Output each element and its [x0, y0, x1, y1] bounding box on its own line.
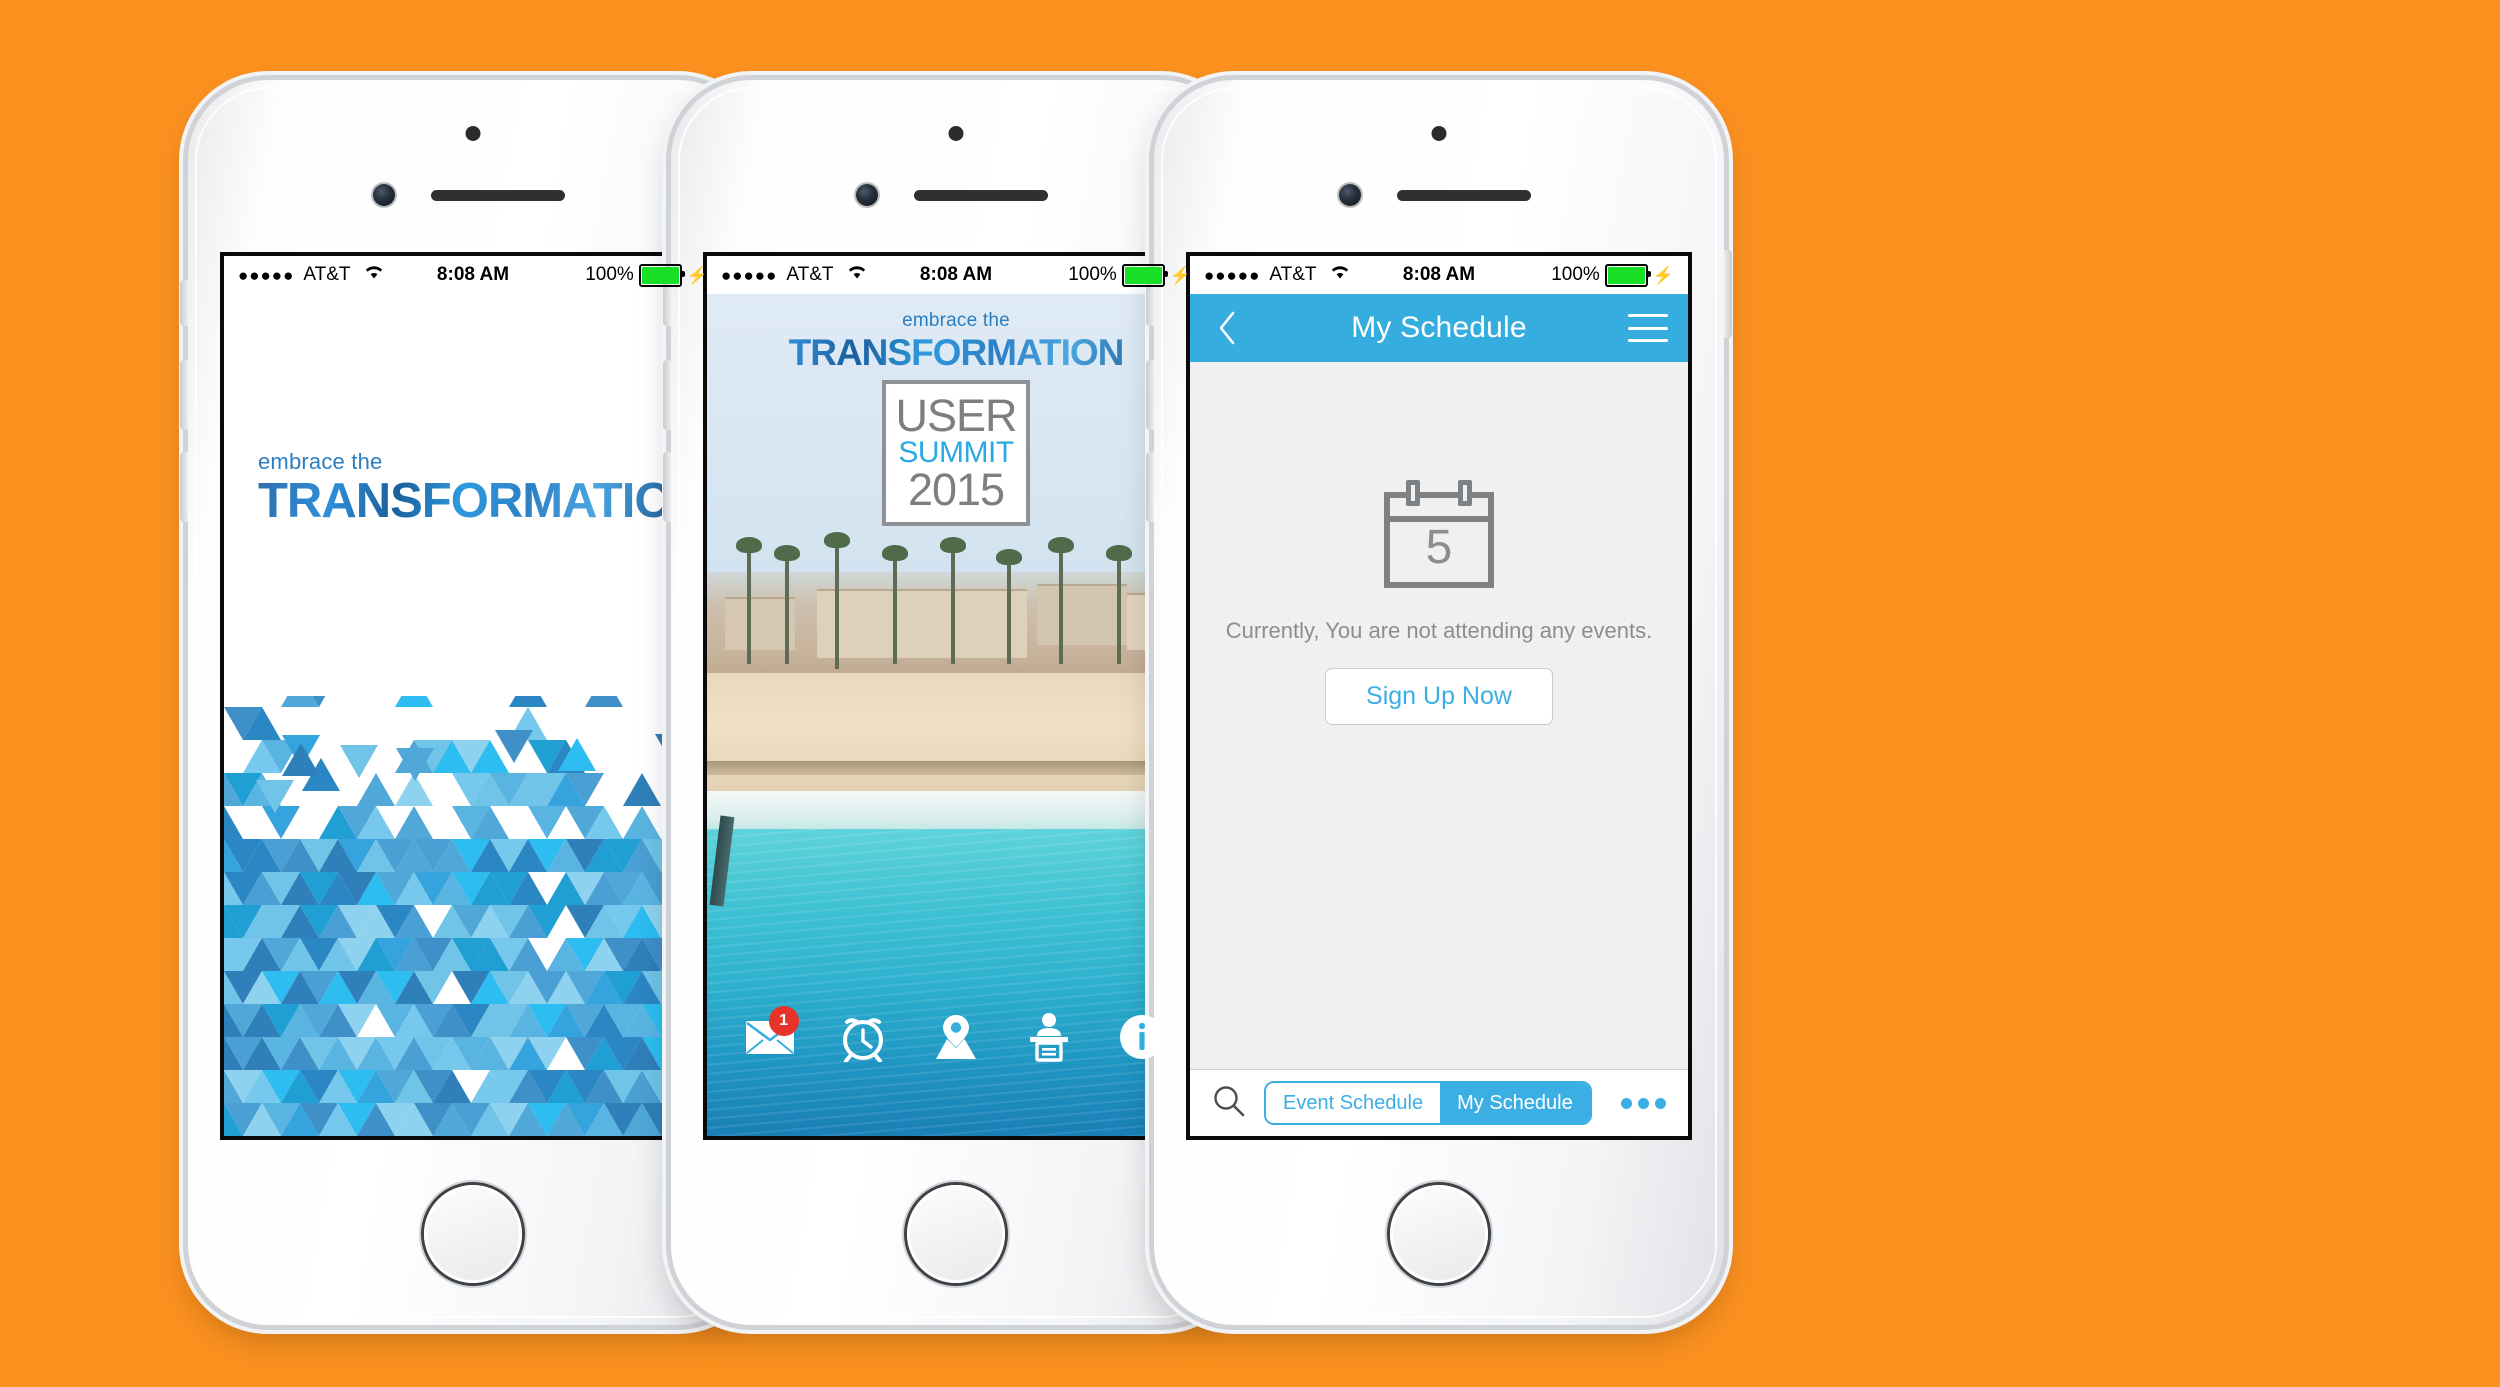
- status-bar: ●●●●● AT&T 8:08 AM 100% ⚡: [1190, 256, 1688, 294]
- logo-tagline: embrace the: [258, 449, 722, 475]
- summit-line-1: USER: [895, 394, 1016, 438]
- home-button[interactable]: [424, 1185, 522, 1283]
- calendar-icon: 5: [1384, 480, 1494, 588]
- earpiece-speaker: [431, 190, 565, 201]
- logo-wordmark: TRANSFORMATION: [707, 334, 1205, 371]
- earpiece-speaker: [914, 190, 1048, 201]
- palm-tree: [747, 547, 751, 665]
- page-title: My Schedule: [1190, 311, 1688, 345]
- battery-icon: [639, 264, 682, 287]
- more-dots-icon[interactable]: [1621, 1098, 1666, 1109]
- schedule-segmented-control: Event Schedule My Schedule: [1264, 1081, 1592, 1125]
- logo-tagline: embrace the: [707, 310, 1205, 332]
- battery-percent-label: 100%: [1068, 264, 1117, 286]
- search-icon[interactable]: [1212, 1084, 1246, 1123]
- home-button[interactable]: [907, 1185, 1005, 1283]
- battery-percent-label: 100%: [585, 264, 634, 286]
- splash-body: embrace the TRANSFORMATION: [224, 294, 722, 1136]
- phone-3-screen: ●●●●● AT&T 8:08 AM 100% ⚡ My Schedule 5 …: [1190, 256, 1688, 1136]
- home-body: embrace the TRANSFORMATION USER SUMMIT 2…: [707, 294, 1205, 1136]
- palm-tree: [1059, 547, 1063, 665]
- palm-tree: [951, 547, 955, 665]
- phone-1-screen: ●●●●● AT&T 8:08 AM 100% ⚡ embrace the TR…: [224, 256, 722, 1136]
- my-schedule-body: My Schedule 5 Currently, You are not att…: [1190, 294, 1688, 1136]
- building: [1037, 584, 1127, 645]
- volume-down-button[interactable]: [663, 452, 671, 522]
- power-button[interactable]: [1724, 250, 1732, 338]
- sign-up-now-button[interactable]: Sign Up Now: [1325, 668, 1553, 725]
- status-right: 100% ⚡: [1551, 264, 1674, 287]
- ocean-layer: [707, 829, 1205, 1136]
- logo-wordmark: TRANSFORMATION: [258, 477, 722, 526]
- tab-event-schedule[interactable]: Event Schedule: [1266, 1083, 1440, 1123]
- proximity-sensor-icon: [1432, 126, 1447, 141]
- unread-badge: 1: [769, 1006, 799, 1036]
- home-icon-bar: 1: [707, 1010, 1205, 1064]
- home-button[interactable]: [1390, 1185, 1488, 1283]
- charging-bolt-icon: ⚡: [687, 267, 708, 284]
- status-bar: ●●●●● AT&T 8:08 AM 100% ⚡: [224, 256, 722, 294]
- charging-bolt-icon: ⚡: [1653, 267, 1674, 284]
- brand-logo: embrace the TRANSFORMATION: [707, 310, 1205, 371]
- charging-bolt-icon: ⚡: [1170, 267, 1191, 284]
- volume-down-button[interactable]: [180, 452, 188, 522]
- bottom-tab-bar: Event Schedule My Schedule: [1190, 1069, 1688, 1136]
- wet-sand-layer: [707, 761, 1205, 774]
- status-right: 100% ⚡: [585, 264, 708, 287]
- calendar-day-number: 5: [1384, 524, 1494, 572]
- palm-tree: [893, 555, 897, 664]
- volume-up-button[interactable]: [663, 360, 671, 430]
- envelope-icon[interactable]: 1: [743, 1010, 797, 1064]
- hamburger-menu-icon[interactable]: [1628, 314, 1668, 342]
- front-camera-icon: [856, 184, 878, 206]
- building: [817, 589, 1027, 658]
- triangle-mosaic-graphic: [224, 696, 722, 1136]
- battery-icon: [1122, 264, 1165, 287]
- map-pin-icon[interactable]: [929, 1010, 983, 1064]
- palm-tree: [785, 555, 789, 664]
- phone-2-screen: ●●●●● AT&T 8:08 AM 100% ⚡ embrace the TR…: [707, 256, 1205, 1136]
- surf-layer: [707, 791, 1205, 833]
- palm-tree: [1007, 559, 1011, 664]
- proximity-sensor-icon: [466, 126, 481, 141]
- mute-switch[interactable]: [180, 280, 188, 326]
- battery-icon: [1605, 264, 1648, 287]
- alarm-clock-icon[interactable]: [836, 1010, 890, 1064]
- tab-my-schedule[interactable]: My Schedule: [1440, 1083, 1590, 1123]
- info-circle-icon[interactable]: [1115, 1010, 1169, 1064]
- proximity-sensor-icon: [949, 126, 964, 141]
- empty-state-message: Currently, You are not attending any eve…: [1226, 618, 1652, 644]
- volume-down-button[interactable]: [1146, 452, 1154, 522]
- speaker-podium-icon[interactable]: [1022, 1010, 1076, 1064]
- palm-tree: [1117, 555, 1121, 664]
- battery-percent-label: 100%: [1551, 264, 1600, 286]
- navigation-bar: My Schedule: [1190, 294, 1688, 362]
- volume-up-button[interactable]: [180, 360, 188, 430]
- front-camera-icon: [1339, 184, 1361, 206]
- screenshot-stage: ●●●●● AT&T 8:08 AM 100% ⚡ embrace the TR…: [0, 0, 2500, 1387]
- user-summit-logo: USER SUMMIT 2015: [882, 380, 1030, 526]
- brand-logo: embrace the TRANSFORMATION: [224, 449, 722, 526]
- empty-state: 5 Currently, You are not attending any e…: [1190, 362, 1688, 1069]
- earpiece-speaker: [1397, 190, 1531, 201]
- palm-tree: [835, 542, 839, 668]
- summit-line-3: 2015: [908, 468, 1004, 512]
- status-bar: ●●●●● AT&T 8:08 AM 100% ⚡: [707, 256, 1205, 294]
- phone-3-my-schedule: ●●●●● AT&T 8:08 AM 100% ⚡ My Schedule 5 …: [1154, 80, 1724, 1325]
- mute-switch[interactable]: [663, 280, 671, 326]
- front-camera-icon: [373, 184, 395, 206]
- status-right: 100% ⚡: [1068, 264, 1191, 287]
